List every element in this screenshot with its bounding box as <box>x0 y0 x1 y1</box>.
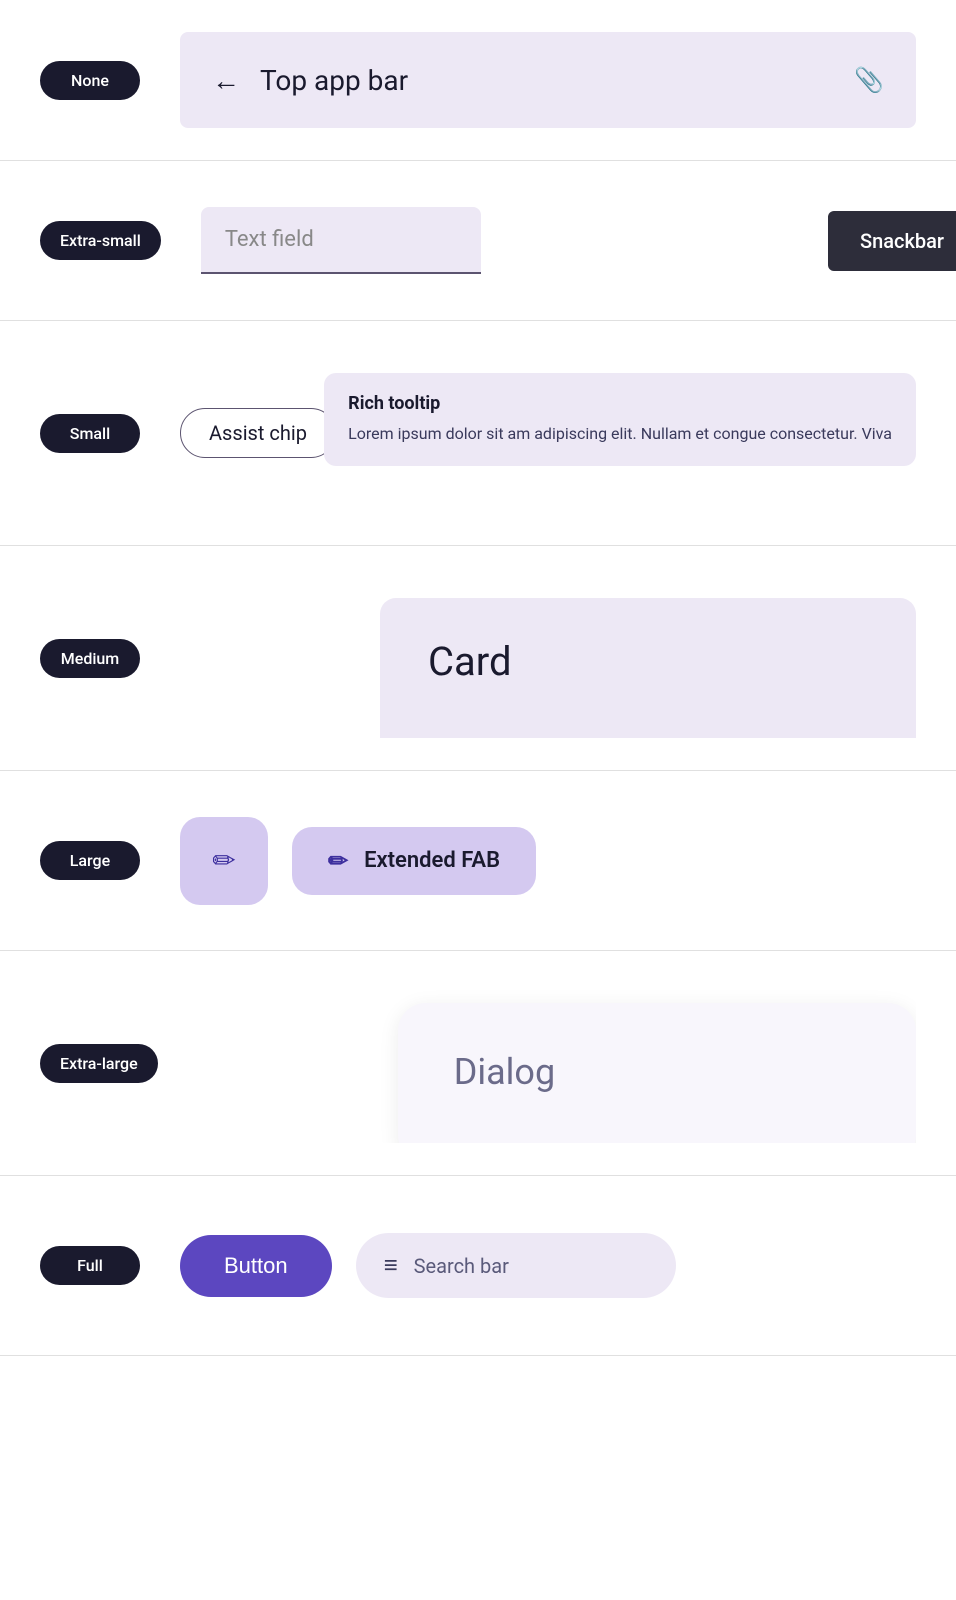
row-small: Small Assist chip Rich tooltip Lorem ips… <box>0 321 956 546</box>
content-medium: Card <box>180 578 916 738</box>
content-large: ✏ ✏ Extended FAB <box>180 817 916 905</box>
extended-fab-pencil-icon: ✏ <box>328 847 348 875</box>
top-app-bar: ← Top app bar 📎 <box>180 32 916 128</box>
top-app-bar-title: Top app bar <box>260 64 408 97</box>
row-medium: Medium Card <box>0 546 956 771</box>
badge-full: Full <box>40 1246 140 1285</box>
row-extra-large: Extra-large Dialog <box>0 951 956 1176</box>
dialog: Dialog <box>398 1003 916 1143</box>
dialog-title: Dialog <box>454 1051 860 1093</box>
content-small: Assist chip Rich tooltip Lorem ipsum dol… <box>180 353 916 513</box>
assist-chip[interactable]: Assist chip <box>180 408 336 458</box>
card: Card <box>380 598 916 738</box>
content-full: Button ≡ Search bar <box>180 1233 916 1298</box>
text-field[interactable]: Text field <box>201 207 481 274</box>
content-extra-large: Dialog <box>198 983 916 1143</box>
row-none: None ← Top app bar 📎 <box>0 0 956 161</box>
filled-button[interactable]: Button <box>180 1235 332 1297</box>
card-title: Card <box>428 638 868 685</box>
badge-medium: Medium <box>40 639 140 678</box>
rich-tooltip: Rich tooltip Lorem ipsum dolor sit am ad… <box>324 373 916 466</box>
content-extra-small: Text field Snackbar <box>201 207 916 274</box>
fab-pencil-icon: ✏ <box>212 844 235 877</box>
search-bar-label: Search bar <box>414 1254 509 1278</box>
top-app-bar-left: ← Top app bar <box>212 64 408 97</box>
fab-button[interactable]: ✏ <box>180 817 268 905</box>
rich-tooltip-title: Rich tooltip <box>348 393 892 414</box>
badge-small: Small <box>40 414 140 453</box>
row-full: Full Button ≡ Search bar <box>0 1176 956 1356</box>
hamburger-icon: ≡ <box>384 1251 398 1280</box>
badge-large: Large <box>40 841 140 880</box>
content-none: ← Top app bar 📎 <box>180 32 916 128</box>
clip-icon[interactable]: 📎 <box>854 66 884 94</box>
extended-fab-button[interactable]: ✏ Extended FAB <box>292 827 536 895</box>
extended-fab-label: Extended FAB <box>364 848 500 873</box>
row-large: Large ✏ ✏ Extended FAB <box>0 771 956 951</box>
row-extra-small: Extra-small Text field Snackbar <box>0 161 956 321</box>
badge-extra-small: Extra-small <box>40 221 161 260</box>
snackbar: Snackbar <box>828 211 916 271</box>
badge-extra-large: Extra-large <box>40 1044 158 1083</box>
back-arrow-icon[interactable]: ← <box>212 64 240 97</box>
search-bar[interactable]: ≡ Search bar <box>356 1233 676 1298</box>
rich-tooltip-body: Lorem ipsum dolor sit am adipiscing elit… <box>348 422 892 446</box>
badge-none: None <box>40 61 140 100</box>
